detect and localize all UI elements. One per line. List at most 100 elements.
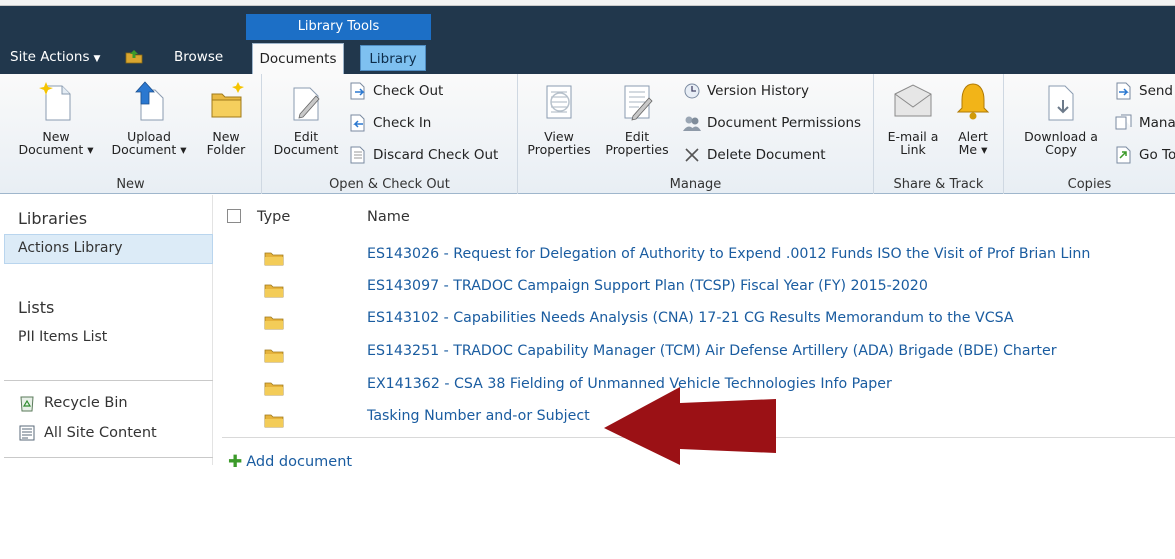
delete-document-label: Delete Document (707, 147, 826, 163)
left-navigation: Libraries Actions Library Lists PII Item… (0, 195, 213, 559)
folder-link[interactable]: ES143251 - TRADOC Capability Manager (TC… (367, 343, 1057, 359)
email-icon (894, 84, 932, 117)
edit-properties-label-2: Properties (605, 142, 669, 157)
edit-document-label-2: Document (273, 142, 339, 157)
ribbon-group-share-track: E-mail a Link Alert Me ▾ Share & Track (874, 74, 1004, 194)
new-group-label: New (116, 177, 145, 192)
edit-document-button[interactable]: Edit Document (268, 80, 344, 156)
new-folder-button[interactable]: New Folder (196, 80, 256, 156)
folder-icon (264, 414, 284, 428)
send-to-icon (1116, 82, 1131, 100)
version-history-button[interactable]: Version History (682, 82, 809, 100)
column-header-type[interactable]: Type (257, 209, 290, 225)
document-permissions-button[interactable]: Document Permissions (682, 114, 861, 132)
all-site-content-icon (19, 425, 35, 441)
discard-check-out-label: Discard Check Out (373, 147, 499, 163)
delete-document-button[interactable]: Delete Document (682, 146, 826, 164)
libraries-heading[interactable]: Libraries (18, 209, 87, 228)
version-history-label: Version History (707, 83, 809, 99)
share-track-group-label: Share & Track (893, 177, 984, 192)
folder-icon (264, 316, 284, 330)
version-history-icon (684, 83, 700, 99)
lists-heading[interactable]: Lists (18, 298, 54, 317)
list-item[interactable]: ES143026 - Request for Delegation of Aut… (222, 241, 1175, 273)
list-item[interactable]: ES143251 - TRADOC Capability Manager (TC… (222, 338, 1175, 370)
edit-properties-button[interactable]: Edit Properties (598, 80, 676, 156)
sidebar-item-pii-items-list[interactable]: PII Items List (18, 329, 107, 345)
navigate-up-icon[interactable] (124, 48, 144, 64)
check-out-icon (350, 82, 365, 100)
download-copy-label-2: Copy (1045, 142, 1077, 157)
add-document-link[interactable]: ✚ Add document (228, 452, 352, 472)
ribbon-group-new: New Document ▾ Upload Document ▾ New Fol… (0, 74, 262, 194)
all-site-content-link[interactable]: All Site Content (18, 424, 157, 442)
check-in-icon (350, 114, 365, 132)
delete-icon (685, 148, 699, 162)
view-properties-label-2: Properties (527, 142, 591, 157)
site-actions-menu[interactable]: Site Actions ▼ (10, 40, 100, 74)
email-link-label-2: Link (900, 142, 926, 157)
folder-icon (264, 252, 284, 266)
edit-properties-icon (624, 85, 653, 121)
plus-icon: ✚ (228, 452, 243, 472)
upload-document-label-2: Document (111, 142, 177, 157)
manage-copies-button[interactable]: Mana (1114, 114, 1175, 132)
alert-bell-icon (956, 83, 990, 120)
list-item[interactable]: ES143102 - Capabilities Needs Analysis (… (222, 305, 1175, 337)
edit-document-icon (293, 87, 320, 121)
go-to-source-icon (1116, 146, 1131, 164)
sidebar-item-actions-library[interactable]: Actions Library (18, 240, 123, 256)
leftnav-divider (4, 380, 213, 381)
select-all-checkbox[interactable] (227, 209, 241, 223)
library-tools-header: Library Tools (246, 14, 431, 40)
view-properties-button[interactable]: View Properties (524, 80, 594, 156)
folder-icon (264, 382, 284, 396)
upload-document-button[interactable]: Upload Document ▾ (106, 80, 192, 156)
recycle-bin-icon (20, 396, 34, 412)
send-to-button[interactable]: Send (1114, 82, 1173, 100)
check-out-label: Check Out (373, 83, 444, 99)
document-permissions-icon (683, 116, 701, 131)
folder-link[interactable]: ES143097 - TRADOC Campaign Support Plan … (367, 278, 928, 294)
ribbon: New Document ▾ Upload Document ▾ New Fol… (0, 74, 1175, 194)
folder-link[interactable]: ES143102 - Capabilities Needs Analysis (… (367, 310, 1014, 326)
send-to-label: Send (1139, 83, 1174, 99)
add-document-label: Add document (246, 454, 353, 470)
open-check-out-group-label: Open & Check Out (329, 177, 450, 192)
recycle-bin-label: Recycle Bin (44, 395, 128, 411)
go-to-source-button[interactable]: Go To (1114, 146, 1175, 164)
manage-copies-label: Mana (1139, 115, 1175, 131)
tab-documents[interactable]: Documents (252, 43, 344, 75)
site-actions-label: Site Actions (10, 49, 90, 65)
tab-browse[interactable]: Browse (174, 40, 223, 74)
leftnav-divider-bottom (4, 457, 213, 458)
download-copy-button[interactable]: Download a Copy (1012, 80, 1110, 156)
alert-me-button[interactable]: Alert Me ▾ (946, 80, 1000, 156)
manage-group-label: Manage (669, 177, 722, 192)
ribbon-group-open-check-out: Edit Document Check Out Check In Discard… (262, 74, 518, 194)
check-out-button[interactable]: Check Out (348, 82, 443, 100)
column-header-name[interactable]: Name (367, 209, 410, 225)
new-document-button[interactable]: New Document ▾ (14, 80, 98, 156)
folder-link[interactable]: ES143026 - Request for Delegation of Aut… (367, 246, 1090, 262)
copies-group-label: Copies (1067, 177, 1112, 192)
new-document-label-2: Document (18, 142, 84, 157)
check-in-button[interactable]: Check In (348, 114, 431, 132)
upload-document-icon (135, 81, 164, 121)
list-header: Type Name (222, 200, 1175, 236)
all-site-content-label: All Site Content (44, 425, 157, 441)
folder-link[interactable]: Tasking Number and-or Subject (367, 408, 590, 424)
new-folder-icon (211, 82, 244, 118)
discard-check-out-icon (350, 146, 365, 164)
email-link-button[interactable]: E-mail a Link (880, 80, 946, 156)
chevron-down-icon: ▼ (93, 54, 101, 64)
discard-check-out-button[interactable]: Discard Check Out (348, 146, 498, 164)
alert-me-label-2: Me (958, 142, 978, 157)
folder-icon (264, 284, 284, 298)
recycle-bin-link[interactable]: Recycle Bin (18, 394, 128, 412)
tab-library[interactable]: Library (360, 45, 426, 71)
manage-copies-icon (1115, 114, 1132, 130)
list-item[interactable]: ES143097 - TRADOC Campaign Support Plan … (222, 273, 1175, 305)
view-properties-icon (546, 85, 572, 119)
ribbon-group-copies: Download a Copy Send Mana Go To Copies (1004, 74, 1175, 194)
